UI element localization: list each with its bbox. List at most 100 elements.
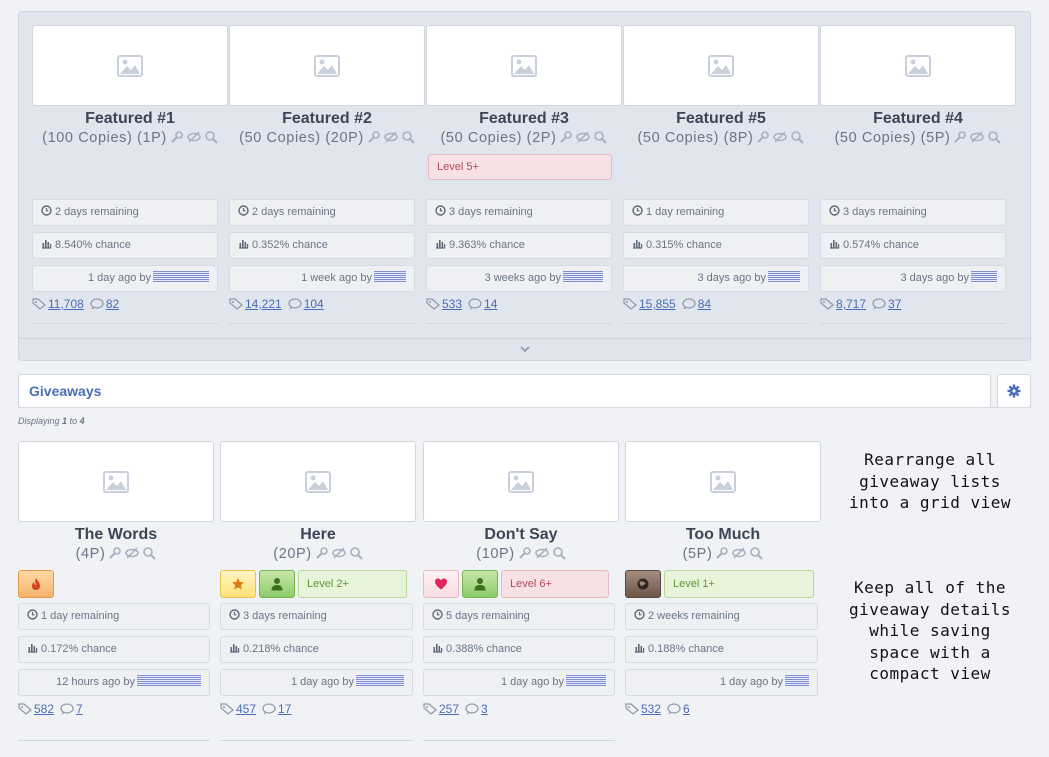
entries-link[interactable]: 582 bbox=[34, 702, 54, 716]
image-placeholder-icon[interactable] bbox=[18, 441, 214, 522]
comments-link[interactable]: 7 bbox=[76, 702, 83, 716]
giveaway-title[interactable]: Here bbox=[220, 525, 416, 545]
giveaway-title[interactable]: Don't Say bbox=[423, 525, 619, 545]
creator-link[interactable] bbox=[971, 271, 997, 282]
entries-link[interactable]: 11,708 bbox=[48, 297, 84, 311]
giveaway-stats: 15,855 84 bbox=[623, 297, 711, 311]
hide-icon[interactable] bbox=[732, 546, 747, 560]
hide-icon[interactable] bbox=[576, 130, 591, 144]
creator-link[interactable] bbox=[768, 271, 800, 282]
creator-link[interactable] bbox=[153, 271, 209, 282]
creator-link[interactable] bbox=[374, 271, 406, 282]
comments-link[interactable]: 37 bbox=[888, 297, 901, 311]
divider bbox=[623, 323, 809, 324]
giveaway-title[interactable]: The Words bbox=[18, 525, 214, 545]
fire-badge[interactable] bbox=[18, 570, 54, 598]
giveaway-title[interactable]: Featured #4 bbox=[820, 109, 1016, 129]
image-placeholder-icon[interactable] bbox=[623, 25, 819, 106]
creator-link[interactable] bbox=[137, 675, 201, 686]
entries-link[interactable]: 8,717 bbox=[836, 297, 866, 311]
entries-link[interactable]: 257 bbox=[439, 702, 459, 716]
image-placeholder-icon[interactable] bbox=[426, 25, 622, 106]
search-icon[interactable] bbox=[552, 546, 566, 560]
giveaway-title[interactable]: Too Much bbox=[625, 525, 821, 545]
group-badge[interactable] bbox=[462, 570, 498, 598]
created-text: 1 day ago by bbox=[291, 676, 354, 688]
steam-icon[interactable] bbox=[170, 130, 184, 144]
search-icon[interactable] bbox=[401, 130, 415, 144]
entries-link[interactable]: 14,221 bbox=[245, 297, 282, 311]
creator-link[interactable] bbox=[356, 675, 404, 686]
search-icon[interactable] bbox=[790, 130, 805, 144]
search-icon[interactable] bbox=[593, 130, 608, 144]
featured-card: Featured #3 (50 Copies) (2P) Level 5+ 3 … bbox=[426, 25, 622, 325]
steam-icon[interactable] bbox=[756, 130, 770, 144]
comments-link[interactable]: 82 bbox=[106, 297, 119, 311]
comments-link[interactable]: 3 bbox=[481, 702, 488, 716]
badges: Level 1+ bbox=[625, 570, 817, 598]
giveaway-title[interactable]: Featured #1 bbox=[32, 109, 228, 129]
search-icon[interactable] bbox=[349, 546, 363, 560]
wishlist-badge[interactable] bbox=[423, 570, 459, 598]
comments-link[interactable]: 14 bbox=[484, 297, 497, 311]
image-placeholder-icon[interactable] bbox=[229, 25, 425, 106]
chart-icon bbox=[41, 238, 52, 249]
settings-button[interactable] bbox=[997, 374, 1031, 408]
giveaway-title[interactable]: Featured #2 bbox=[229, 109, 425, 129]
steam-icon[interactable] bbox=[315, 546, 329, 560]
badges: Level 2+ bbox=[220, 570, 410, 598]
steam-icon[interactable] bbox=[108, 546, 122, 560]
entries-link[interactable]: 15,855 bbox=[639, 297, 676, 311]
globe-icon bbox=[637, 578, 649, 590]
comment-icon bbox=[667, 703, 681, 715]
copies-points: (100 Copies) (1P) bbox=[42, 130, 167, 146]
group-badge[interactable] bbox=[259, 570, 295, 598]
hide-icon[interactable] bbox=[534, 546, 549, 560]
hide-icon[interactable] bbox=[773, 130, 788, 144]
remaining-text: 3 days remaining bbox=[843, 206, 927, 218]
creator-link[interactable] bbox=[563, 271, 603, 282]
region-badge[interactable] bbox=[625, 570, 661, 598]
comments-link[interactable]: 17 bbox=[278, 702, 291, 716]
search-icon[interactable] bbox=[204, 130, 218, 144]
image-placeholder-icon[interactable] bbox=[220, 441, 416, 522]
creator-link[interactable] bbox=[785, 675, 809, 686]
created-text: 1 day ago by bbox=[720, 676, 783, 688]
steam-icon[interactable] bbox=[518, 546, 532, 560]
hide-icon[interactable] bbox=[331, 546, 346, 560]
search-icon[interactable] bbox=[749, 546, 764, 560]
hide-icon[interactable] bbox=[125, 546, 140, 560]
comments-link[interactable]: 84 bbox=[698, 297, 711, 311]
creator-link[interactable] bbox=[566, 675, 606, 686]
hide-icon[interactable] bbox=[970, 130, 985, 144]
entries-link[interactable]: 457 bbox=[236, 702, 256, 716]
clock-icon bbox=[229, 609, 240, 620]
steam-icon[interactable] bbox=[953, 130, 967, 144]
user-icon bbox=[271, 578, 283, 591]
steam-icon[interactable] bbox=[715, 546, 729, 560]
hide-icon[interactable] bbox=[384, 130, 398, 144]
steam-icon[interactable] bbox=[559, 130, 573, 144]
hide-icon[interactable] bbox=[187, 130, 201, 144]
image-placeholder-icon[interactable] bbox=[423, 441, 619, 522]
remaining-text: 2 days remaining bbox=[55, 206, 139, 218]
comments-link[interactable]: 104 bbox=[304, 297, 324, 311]
comments-link[interactable]: 6 bbox=[683, 702, 690, 716]
image-placeholder-icon[interactable] bbox=[32, 25, 228, 106]
steam-icon[interactable] bbox=[367, 130, 381, 144]
entries-link[interactable]: 532 bbox=[641, 702, 661, 716]
image-placeholder-icon[interactable] bbox=[625, 441, 821, 522]
search-icon[interactable] bbox=[987, 130, 1002, 144]
clock-icon bbox=[435, 205, 446, 216]
created-text: 1 day ago by bbox=[501, 676, 564, 688]
giveaway-title[interactable]: Featured #3 bbox=[426, 109, 622, 129]
image-placeholder-icon[interactable] bbox=[820, 25, 1016, 106]
search-icon[interactable] bbox=[142, 546, 157, 560]
entries-link[interactable]: 533 bbox=[442, 297, 462, 311]
whitelist-badge[interactable] bbox=[220, 570, 256, 598]
win-chance: 0.315% chance bbox=[623, 232, 809, 259]
expand-featured-button[interactable] bbox=[19, 338, 1030, 360]
giveaway-title[interactable]: Featured #5 bbox=[623, 109, 819, 129]
points: (10P) bbox=[476, 546, 515, 562]
created-by: 12 hours ago by bbox=[18, 669, 210, 696]
